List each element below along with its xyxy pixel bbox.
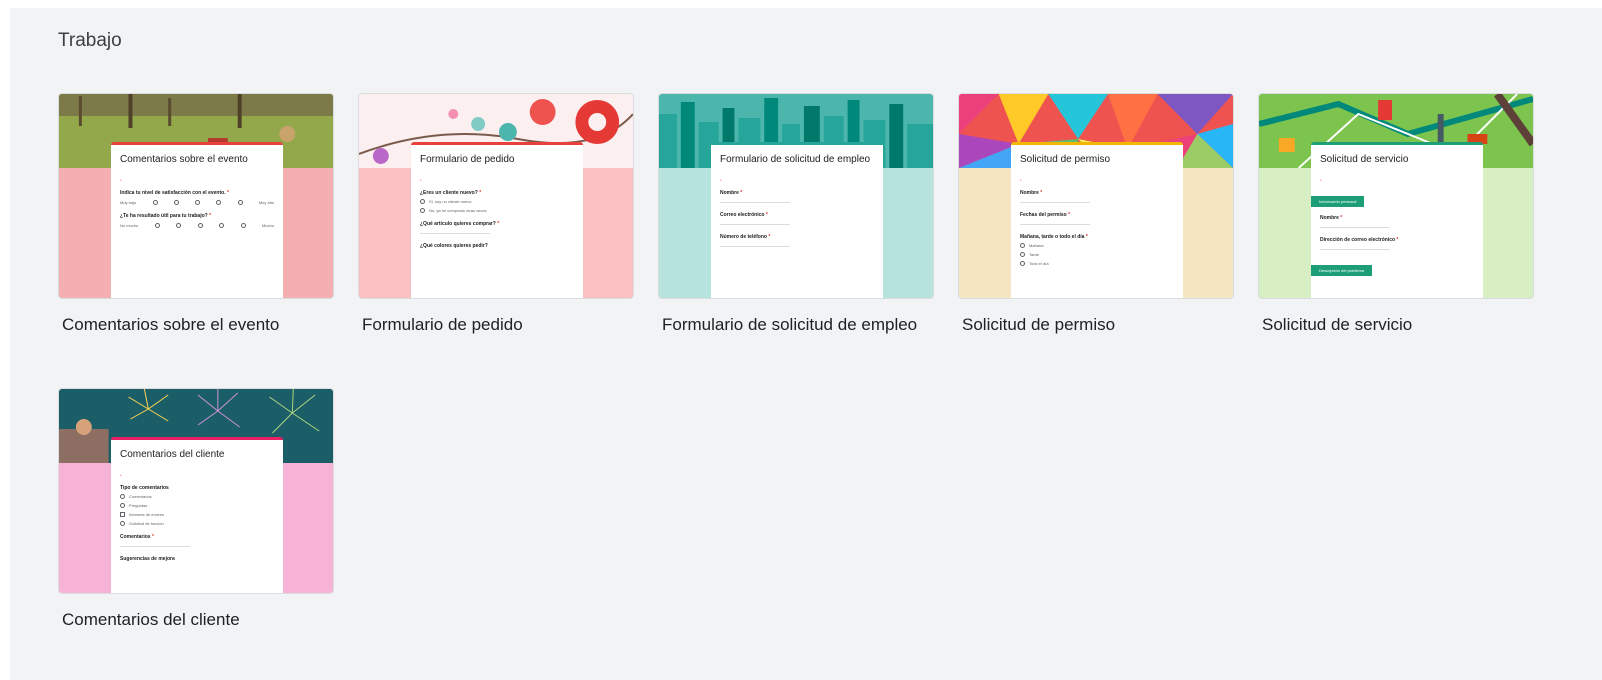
question-label: ¿Qué artículo quieres comprar? *	[420, 221, 500, 227]
form-title: Comentarios sobre el evento	[120, 154, 248, 165]
template-thumbnail[interactable]: Comentarios del cliente ​ * Tipo de come…	[58, 388, 334, 594]
radio-option: Solicitud de función	[120, 521, 274, 526]
question-label: Comentarios *	[120, 534, 154, 540]
template-thumbnail[interactable]: Solicitud de servicio ​ * Información pe…	[1258, 93, 1534, 299]
question-label: Fechas del permiso *	[1020, 212, 1071, 218]
template-name[interactable]: Comentarios sobre el evento	[58, 313, 334, 336]
question-label: ¿Te ha resultado útil para tu trabajo? *	[120, 213, 212, 219]
checkbox-option: Informes de errores	[120, 512, 274, 517]
template-card-event-feedback[interactable]: Comentarios sobre el evento ​ * Indica t…	[58, 93, 334, 336]
form-description: ​	[1320, 170, 1474, 175]
section-header: Descripción del problema	[1311, 265, 1373, 276]
question-label: Nombre *	[1020, 190, 1043, 196]
template-card-order-form[interactable]: Formulario de pedido ​ * ¿Eres un client…	[358, 93, 634, 336]
form-description: ​	[720, 170, 874, 175]
template-name[interactable]: Solicitud de permiso	[958, 313, 1234, 336]
template-name[interactable]: Comentarios del cliente	[58, 608, 334, 631]
form-preview: Solicitud de servicio ​ * Información pe…	[1311, 142, 1483, 298]
radio-option: Comentarios	[120, 494, 274, 499]
template-thumbnail[interactable]: Comentarios sobre el evento ​ * Indica t…	[58, 93, 334, 299]
required-note: *	[120, 178, 122, 183]
form-preview: Solicitud de permiso ​ * Nombre * Fechas…	[1011, 142, 1183, 298]
question-label: Tipo de comentarios	[120, 485, 169, 491]
template-card-customer-feedback[interactable]: Comentarios del cliente ​ * Tipo de come…	[58, 388, 334, 631]
required-note: *	[1020, 178, 1022, 183]
radio-option: Tarde	[1020, 252, 1174, 257]
form-title: Comentarios del cliente	[120, 449, 225, 460]
template-name[interactable]: Formulario de pedido	[358, 313, 634, 336]
form-description: ​	[1020, 170, 1174, 175]
required-note: *	[720, 178, 722, 183]
linear-scale: No mucho Mucho	[120, 223, 274, 228]
form-preview: Comentarios del cliente ​ * Tipo de come…	[111, 437, 283, 593]
section-title: Trabajo	[58, 30, 122, 51]
form-preview: Formulario de solicitud de empleo ​ * No…	[711, 142, 883, 298]
template-thumbnail[interactable]: Formulario de solicitud de empleo ​ * No…	[658, 93, 934, 299]
template-thumbnail[interactable]: Solicitud de permiso ​ * Nombre * Fechas…	[958, 93, 1234, 299]
question-label: Nombre *	[720, 190, 743, 196]
template-name[interactable]: Solicitud de servicio	[1258, 313, 1534, 336]
radio-option: Sí, soy un cliente nuevo	[420, 199, 574, 204]
form-description: ​	[420, 170, 574, 175]
radio-option: Todo el día	[1020, 261, 1174, 266]
template-card-job-application[interactable]: Formulario de solicitud de empleo ​ * No…	[658, 93, 934, 336]
required-note: *	[1320, 178, 1322, 183]
question-label: ¿Eres un cliente nuevo? *	[420, 190, 482, 196]
question-label: Dirección de correo electrónico *	[1320, 237, 1399, 243]
template-name[interactable]: Formulario de solicitud de empleo	[658, 313, 934, 336]
question-label: Indica tu nivel de satisfacción con el e…	[120, 190, 229, 196]
question-label: Número de teléfono *	[720, 234, 771, 240]
question-label: ¿Qué colores quieres pedir?	[420, 243, 488, 249]
template-thumbnail[interactable]: Formulario de pedido ​ * ¿Eres un client…	[358, 93, 634, 299]
template-card-time-off[interactable]: Solicitud de permiso ​ * Nombre * Fechas…	[958, 93, 1234, 336]
question-label: Sugerencias de mejora	[120, 556, 175, 562]
form-title: Formulario de pedido	[420, 154, 515, 165]
form-preview: Formulario de pedido ​ * ¿Eres un client…	[411, 142, 583, 298]
radio-option: No, ya he comprado otras veces	[420, 208, 574, 213]
form-description: ​	[120, 170, 274, 175]
question-label: Mañana, tarde o todo el día *	[1020, 234, 1088, 240]
required-note: *	[120, 473, 122, 478]
template-card-service-request[interactable]: Solicitud de servicio ​ * Información pe…	[1258, 93, 1534, 336]
radio-option: Mañana	[1020, 243, 1174, 248]
form-title: Solicitud de permiso	[1020, 154, 1111, 165]
linear-scale: Muy bajo Muy alto	[120, 200, 274, 205]
form-preview: Comentarios sobre el evento ​ * Indica t…	[111, 142, 283, 298]
question-label: Correo electrónico *	[720, 212, 768, 218]
form-description: ​	[120, 465, 274, 470]
question-label: Nombre *	[1320, 215, 1343, 221]
section-header: Información personal	[1311, 196, 1365, 207]
form-title: Formulario de solicitud de empleo	[720, 154, 871, 165]
radio-option: Preguntas	[120, 503, 274, 508]
required-note: *	[420, 178, 422, 183]
form-title: Solicitud de servicio	[1320, 154, 1409, 165]
